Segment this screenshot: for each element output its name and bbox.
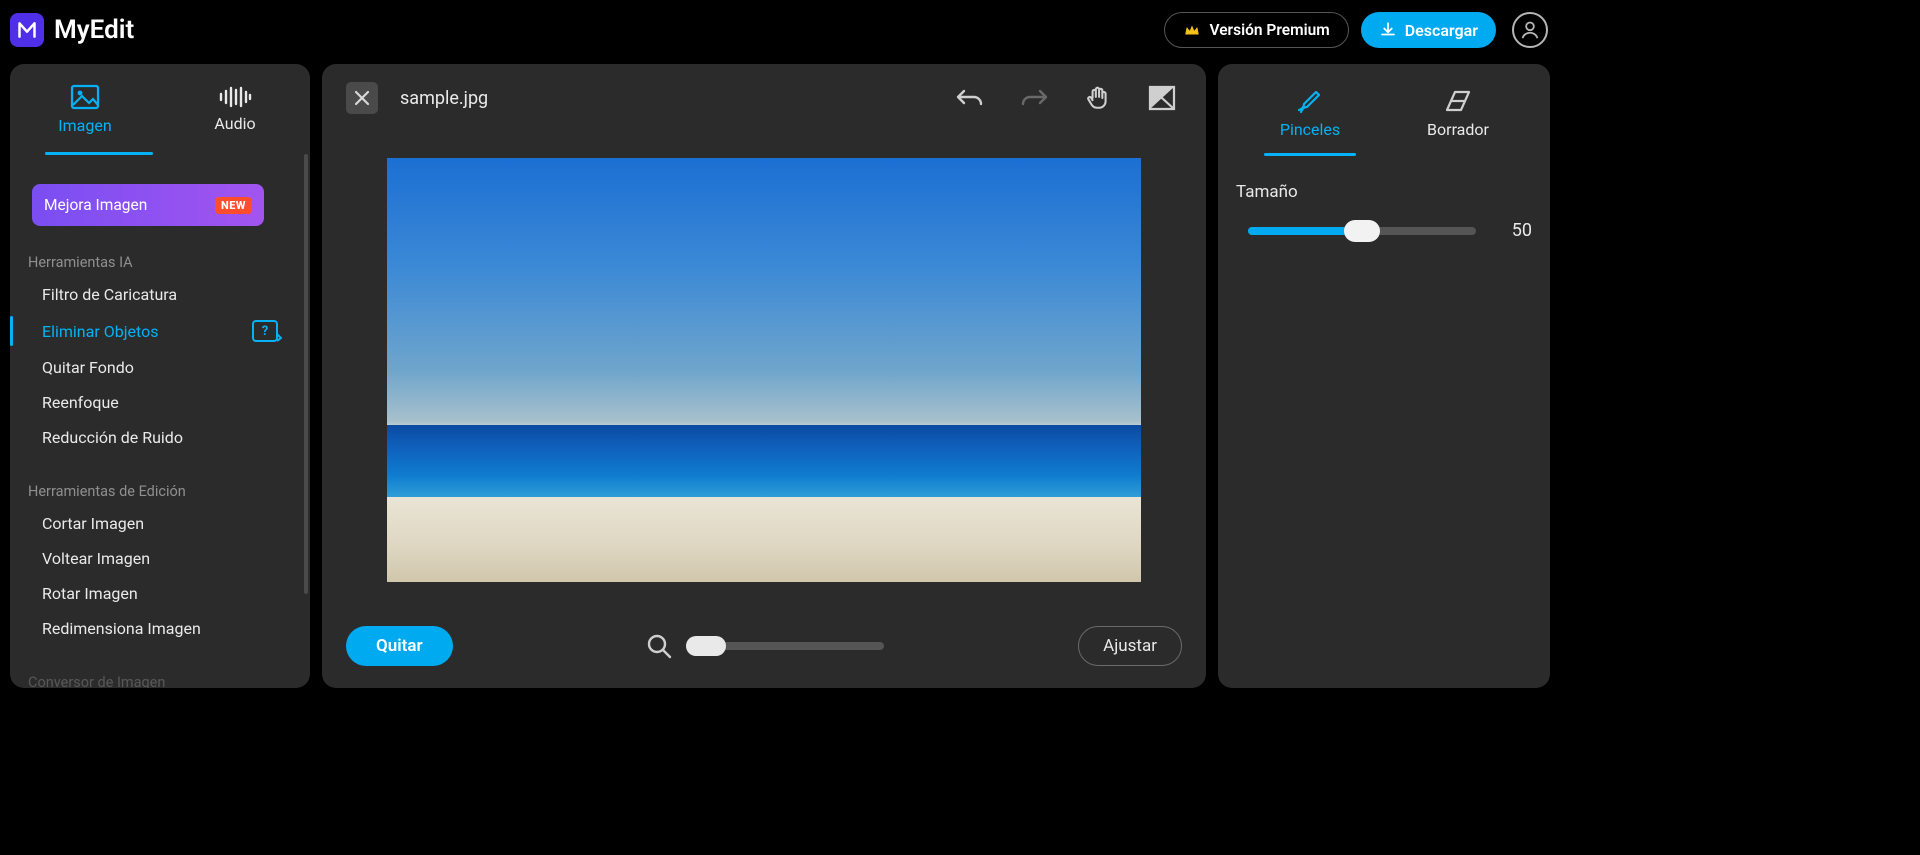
size-thumb[interactable] [1344, 220, 1380, 242]
nav-refocus[interactable]: Reenfoque [10, 385, 300, 420]
user-icon [1519, 19, 1541, 41]
pan-button[interactable] [1078, 78, 1118, 118]
canvas-panel: sample.jpg [322, 64, 1206, 688]
eraser-icon [1443, 88, 1473, 114]
nav-flip[interactable]: Voltear Imagen [10, 541, 300, 576]
premium-label: Versión Premium [1209, 21, 1329, 39]
new-badge: NEW [215, 197, 252, 214]
tab-brush-label: Pinceles [1280, 120, 1340, 139]
image-icon [70, 84, 100, 110]
size-label: Tamaño [1236, 182, 1532, 202]
download-icon [1379, 21, 1397, 39]
sidebar-tab-audio[interactable]: Audio [160, 64, 310, 154]
sidebar-tab-image-label: Imagen [58, 116, 111, 135]
compare-icon [1148, 85, 1176, 111]
undo-button[interactable] [950, 78, 990, 118]
remove-button[interactable]: Quitar [346, 626, 453, 666]
app-logo[interactable]: MyEdit [10, 13, 134, 47]
crown-icon [1183, 21, 1201, 39]
nav-remove-bg[interactable]: Quitar Fondo [10, 350, 300, 385]
svg-text:?: ? [262, 324, 268, 339]
fit-button[interactable]: Ajustar [1078, 626, 1182, 666]
audio-icon [218, 86, 252, 108]
download-button[interactable]: Descargar [1361, 12, 1496, 48]
enhance-label: Mejora Imagen [44, 196, 147, 214]
zoom-icon [646, 633, 672, 659]
sample-image [387, 158, 1141, 582]
nav-denoise[interactable]: Reducción de Ruido [10, 420, 300, 455]
sidebar-tab-image[interactable]: Imagen [10, 64, 160, 154]
premium-button[interactable]: Versión Premium [1164, 12, 1348, 48]
account-button[interactable] [1512, 12, 1548, 48]
compare-button[interactable] [1142, 78, 1182, 118]
right-panel: Pinceles Borrador Tamaño 50 [1218, 64, 1550, 688]
group-convert-title: Conversor de Imagen [28, 674, 296, 688]
app-header: MyEdit Versión Premium Descargar [0, 0, 1560, 60]
redo-button[interactable] [1014, 78, 1054, 118]
zoom-slider[interactable] [686, 642, 884, 650]
tab-brush[interactable]: Pinceles [1236, 72, 1384, 154]
group-edit-title: Herramientas de Edición [28, 483, 296, 500]
logo-mark-icon [10, 13, 44, 47]
nav-caricature[interactable]: Filtro de Caricatura [10, 277, 300, 312]
nav-remove-objects[interactable]: Eliminar Objetos ? [10, 312, 300, 350]
nav-crop[interactable]: Cortar Imagen [10, 506, 300, 541]
app-name: MyEdit [54, 15, 134, 45]
redo-icon [1020, 86, 1048, 110]
filename: sample.jpg [400, 88, 488, 109]
sidebar: Imagen Audio Mejora Imagen NEW Herramien… [10, 64, 310, 688]
zoom-thumb[interactable] [686, 636, 726, 656]
image-viewport[interactable] [346, 120, 1182, 620]
help-icon[interactable]: ? [252, 320, 282, 342]
tab-eraser[interactable]: Borrador [1384, 72, 1532, 154]
download-label: Descargar [1405, 21, 1478, 40]
size-slider[interactable] [1248, 227, 1476, 235]
enhance-image-button[interactable]: Mejora Imagen NEW [32, 184, 264, 226]
brush-icon [1295, 88, 1325, 114]
hand-icon [1085, 85, 1111, 111]
tab-eraser-label: Borrador [1427, 120, 1489, 139]
close-icon [354, 90, 370, 106]
group-ai-title: Herramientas IA [28, 254, 296, 271]
nav-resize[interactable]: Redimensiona Imagen [10, 611, 300, 646]
undo-icon [956, 86, 984, 110]
sidebar-tab-audio-label: Audio [214, 114, 255, 133]
nav-rotate[interactable]: Rotar Imagen [10, 576, 300, 611]
close-file-button[interactable] [346, 82, 378, 114]
size-value: 50 [1498, 220, 1532, 241]
